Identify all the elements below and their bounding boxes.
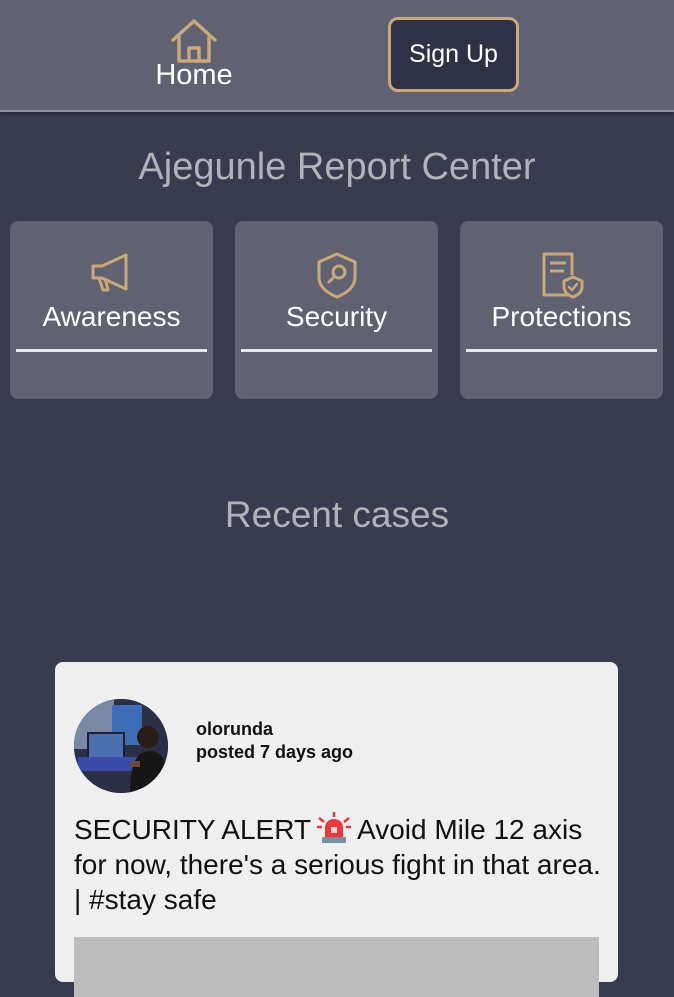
top-navigation-bar: Home Sign Up — [0, 0, 674, 112]
post-text-lead: SECURITY ALERT — [74, 814, 312, 845]
awareness-label: Awareness — [42, 301, 181, 332]
protections-label: Protections — [491, 301, 632, 332]
home-nav-button[interactable]: Home — [140, 18, 248, 98]
home-icon — [171, 19, 217, 63]
siren-icon — [317, 812, 352, 843]
security-label: Security — [285, 301, 388, 332]
document-shield-icon — [542, 252, 583, 299]
recent-cases-heading: Recent cases — [224, 494, 450, 535]
awareness-card[interactable]: Awareness — [10, 221, 213, 399]
post-timestamp: posted 7 days ago — [196, 742, 354, 762]
post-media[interactable] — [74, 937, 599, 997]
avatar[interactable] — [74, 699, 168, 793]
page-title: Ajegunle Report Center — [138, 146, 536, 188]
post-body: SECURITY ALERT Avoid Mile 12 axis for no… — [74, 812, 609, 917]
home-label: Home — [155, 59, 233, 91]
awareness-underline — [16, 349, 207, 352]
shield-search-icon — [317, 252, 356, 299]
security-underline — [241, 349, 432, 352]
protections-underline — [466, 349, 657, 352]
megaphone-icon — [91, 253, 127, 292]
protections-card[interactable]: Protections — [460, 221, 663, 399]
post-username[interactable]: olorunda — [196, 719, 273, 740]
sign-up-button[interactable]: Sign Up — [388, 17, 519, 92]
security-card[interactable]: Security — [235, 221, 438, 399]
post-card[interactable]: olorunda posted 7 days ago SECURITY ALER… — [55, 662, 618, 997]
